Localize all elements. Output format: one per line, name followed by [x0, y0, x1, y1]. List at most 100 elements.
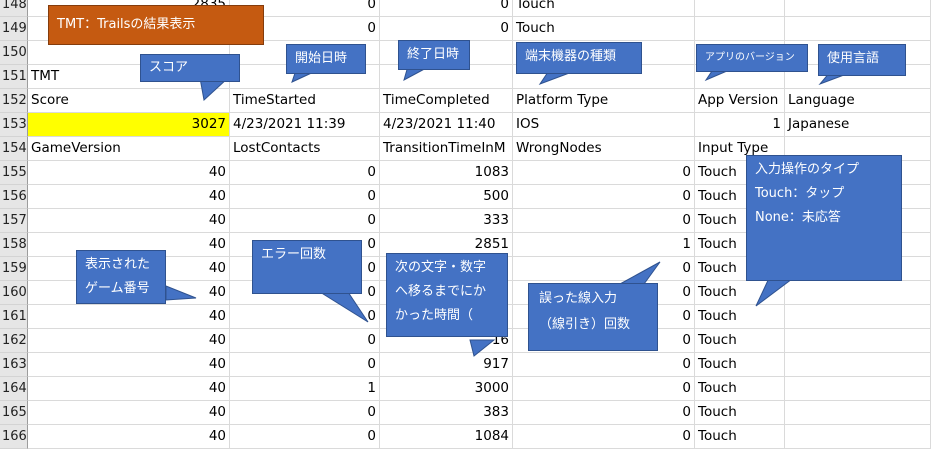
row-header[interactable]: 150: [0, 41, 28, 65]
cell-b153[interactable]: 3027: [28, 113, 230, 137]
callout-language: 使用言語: [818, 44, 906, 76]
cell-b157[interactable]: 40: [28, 209, 230, 233]
cell-d152[interactable]: TimeCompleted: [380, 89, 513, 113]
cell-d157[interactable]: 333: [380, 209, 513, 233]
cell-e148[interactable]: Touch: [513, 0, 695, 17]
callout-app-version-text: アプリのバージョン: [705, 52, 795, 63]
callout-language-text: 使用言語: [827, 51, 880, 66]
table-row: 164 40 1 3000 0 Touch: [0, 377, 931, 401]
cell-b155[interactable]: 40: [28, 161, 230, 185]
cell-e157[interactable]: 0: [513, 209, 695, 233]
callout-app-version: アプリのバージョン: [696, 44, 808, 72]
cell-c163[interactable]: 0: [230, 353, 380, 377]
cell-g149[interactable]: [785, 17, 931, 41]
row-header[interactable]: 149: [0, 17, 28, 41]
cell-g160[interactable]: [785, 281, 931, 305]
row-header[interactable]: 153: [0, 113, 28, 137]
cell-f148[interactable]: [695, 0, 785, 17]
cell-b161[interactable]: 40: [28, 305, 230, 329]
row-header[interactable]: 162: [0, 329, 28, 353]
row-header[interactable]: 156: [0, 185, 28, 209]
cell-c154[interactable]: LostContacts: [230, 137, 380, 161]
cell-b165[interactable]: 40: [28, 401, 230, 425]
cell-f149[interactable]: [695, 17, 785, 41]
cell-d165[interactable]: 383: [380, 401, 513, 425]
row-header[interactable]: 157: [0, 209, 28, 233]
row-header[interactable]: 148: [0, 0, 28, 17]
cell-b163[interactable]: 40: [28, 353, 230, 377]
cell-e154[interactable]: WrongNodes: [513, 137, 695, 161]
cell-f164[interactable]: Touch: [695, 377, 785, 401]
callout-end-time: 終了日時: [398, 40, 470, 70]
table-row: 165 40 0 383 0 Touch: [0, 401, 931, 425]
cell-b154[interactable]: GameVersion: [28, 137, 230, 161]
cell-c156[interactable]: 0: [230, 185, 380, 209]
callout-input-type-line3: None：未応答: [755, 210, 841, 225]
cell-d148[interactable]: 0: [380, 0, 513, 17]
cell-c161[interactable]: 0: [230, 305, 380, 329]
cell-f161[interactable]: Touch: [695, 305, 785, 329]
cell-g148[interactable]: [785, 0, 931, 17]
cell-f152[interactable]: App Version: [695, 89, 785, 113]
cell-e149[interactable]: Touch: [513, 17, 695, 41]
row-header[interactable]: 155: [0, 161, 28, 185]
cell-e159[interactable]: 0: [513, 257, 695, 281]
cell-d149[interactable]: 0: [380, 17, 513, 41]
callout-wrong-nodes: 誤った線入力 （線引き）回数: [528, 283, 658, 351]
cell-d164[interactable]: 3000: [380, 377, 513, 401]
cell-d154[interactable]: TransitionTimeInM: [380, 137, 513, 161]
cell-g164[interactable]: [785, 377, 931, 401]
row-header[interactable]: 160: [0, 281, 28, 305]
row-header[interactable]: 163: [0, 353, 28, 377]
cell-f165[interactable]: Touch: [695, 401, 785, 425]
cell-e164[interactable]: 0: [513, 377, 695, 401]
cell-d153[interactable]: 4/23/2021 11:40: [380, 113, 513, 137]
cell-e152[interactable]: Platform Type: [513, 89, 695, 113]
cell-e158[interactable]: 1: [513, 233, 695, 257]
row-header[interactable]: 159: [0, 257, 28, 281]
cell-e155[interactable]: 0: [513, 161, 695, 185]
cell-f160[interactable]: Touch: [695, 281, 785, 305]
cell-d155[interactable]: 1083: [380, 161, 513, 185]
cell-f162[interactable]: Touch: [695, 329, 785, 353]
callout-start-time: 開始日時: [286, 44, 366, 74]
cell-e156[interactable]: 0: [513, 185, 695, 209]
cell-c152[interactable]: TimeStarted: [230, 89, 380, 113]
cell-g162[interactable]: [785, 329, 931, 353]
cell-g152[interactable]: Language: [785, 89, 931, 113]
row-header[interactable]: 165: [0, 401, 28, 425]
cell-b162[interactable]: 40: [28, 329, 230, 353]
row-header[interactable]: 164: [0, 377, 28, 401]
row-header[interactable]: 152: [0, 89, 28, 113]
cell-c165[interactable]: 0: [230, 401, 380, 425]
cell-e165[interactable]: 0: [513, 401, 695, 425]
cell-c155[interactable]: 0: [230, 161, 380, 185]
cell-g165[interactable]: [785, 401, 931, 425]
cell-e153[interactable]: IOS: [513, 113, 695, 137]
cell-b156[interactable]: 40: [28, 185, 230, 209]
cell-c157[interactable]: 0: [230, 209, 380, 233]
row-header[interactable]: 154: [0, 137, 28, 161]
cell-g153[interactable]: Japanese: [785, 113, 931, 137]
row-header[interactable]: 161: [0, 305, 28, 329]
row-header[interactable]: 158: [0, 233, 28, 257]
table-row: 152 Score TimeStarted TimeCompleted Platform…: [0, 89, 931, 113]
cell-f163[interactable]: Touch: [695, 353, 785, 377]
cell-d156[interactable]: 500: [380, 185, 513, 209]
row-header[interactable]: 151: [0, 65, 28, 89]
cell-c162[interactable]: 0: [230, 329, 380, 353]
cell-d163[interactable]: 917: [380, 353, 513, 377]
table-row: 163 40 0 917 0 Touch: [0, 353, 931, 377]
cell-g161[interactable]: [785, 305, 931, 329]
cell-g163[interactable]: [785, 353, 931, 377]
callout-error-count-text: エラー回数: [261, 247, 327, 262]
cell-c164[interactable]: 1: [230, 377, 380, 401]
callout-wrong-nodes-line1: 誤った線入力: [539, 291, 618, 306]
cell-c153[interactable]: 4/23/2021 11:39: [230, 113, 380, 137]
cell-b152[interactable]: Score: [28, 89, 230, 113]
cell-e163[interactable]: 0: [513, 353, 695, 377]
callout-error-count: エラー回数: [252, 240, 362, 294]
callout-tmt-title-text: TMT：Trailsの結果表示: [57, 17, 196, 32]
cell-b164[interactable]: 40: [28, 377, 230, 401]
cell-f153[interactable]: 1: [695, 113, 785, 137]
